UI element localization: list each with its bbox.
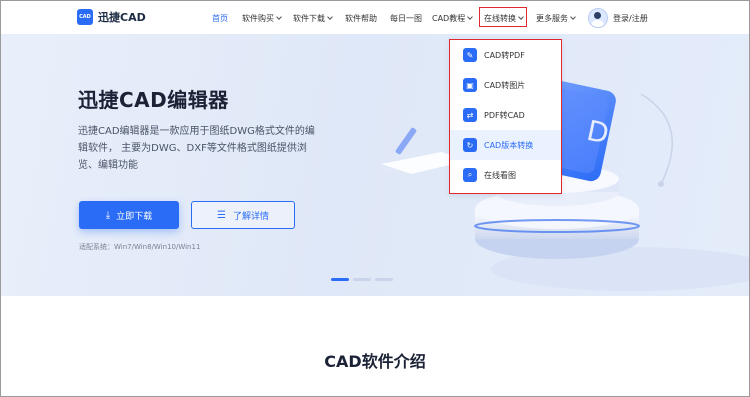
- version-convert-icon: ↻: [463, 138, 477, 152]
- carousel-indicators: [331, 278, 393, 281]
- nav-item-download[interactable]: 软件下载: [293, 13, 333, 24]
- hero-title: 迅捷CAD编辑器: [78, 88, 229, 112]
- nav-item-more-services[interactable]: 更多服务: [536, 13, 576, 24]
- nav-item-help[interactable]: 软件帮助: [345, 13, 377, 24]
- menu-item-online-viewer[interactable]: ⌕ 在线看图: [450, 160, 561, 190]
- chevron-down-icon: [518, 14, 524, 20]
- download-now-button[interactable]: ⤓ 立即下载: [79, 201, 179, 229]
- menu-item-pdf-to-cad[interactable]: ⇄ PDF转CAD: [450, 100, 561, 130]
- hero-description: 迅捷CAD编辑器是一款应用于图纸DWG格式文件的编辑软件， 主要为DWG、DXF…: [78, 126, 315, 171]
- pdf-to-cad-icon: ⇄: [463, 108, 477, 122]
- list-icon: ☰: [217, 209, 226, 221]
- top-nav: CAD 迅捷CAD 首页 软件购买 软件下载 软件帮助 每日一图 CAD教程 在…: [1, 1, 749, 34]
- carousel-dot[interactable]: [375, 278, 393, 281]
- menu-item-cad-to-image[interactable]: ▣ CAD转图片: [450, 70, 561, 100]
- logo-icon: CAD: [77, 9, 93, 25]
- nav-item-online-convert[interactable]: 在线转换: [484, 13, 524, 24]
- pdf-convert-icon: ✎: [463, 48, 477, 62]
- supported-systems: 适配系统：Win7/Win8/Win10/Win11: [79, 243, 201, 251]
- avatar-body: [591, 20, 604, 27]
- avatar[interactable]: [588, 8, 608, 28]
- nav-item-tutorials[interactable]: CAD教程: [432, 13, 474, 24]
- nav-item-home[interactable]: 首页: [212, 13, 228, 24]
- chevron-down-icon: [327, 14, 333, 20]
- nav-item-purchase[interactable]: 软件购买: [242, 13, 282, 24]
- chevron-down-icon: [276, 14, 282, 20]
- image-convert-icon: ▣: [463, 78, 477, 92]
- download-icon: ⤓: [105, 209, 111, 221]
- avatar-head: [594, 12, 601, 19]
- logo[interactable]: CAD 迅捷CAD: [77, 9, 146, 25]
- section-title: CAD软件介绍: [324, 352, 426, 371]
- carousel-dot[interactable]: [353, 278, 371, 281]
- menu-item-cad-to-pdf[interactable]: ✎ CAD转PDF: [450, 40, 561, 70]
- login-register-link[interactable]: 登录/注册: [613, 13, 648, 24]
- chevron-down-icon: [467, 14, 474, 20]
- logo-text: 迅捷CAD: [98, 11, 146, 24]
- carousel-dot[interactable]: [331, 278, 349, 281]
- nav-item-daily-drawing[interactable]: 每日一图: [390, 13, 422, 24]
- hero-banner: D 迅捷CAD编辑器 迅捷CAD编辑器是一款应用于图纸DWG格式文件的编辑软件，…: [1, 34, 749, 296]
- menu-item-cad-version-convert[interactable]: ↻ CAD版本转换: [450, 130, 561, 160]
- online-convert-dropdown: ✎ CAD转PDF ▣ CAD转图片 ⇄ PDF转CAD ↻ CAD版本转换 ⌕…: [449, 39, 562, 194]
- page-frame: CAD 迅捷CAD 首页 软件购买 软件下载 软件帮助 每日一图 CAD教程 在…: [0, 0, 750, 397]
- learn-details-button[interactable]: ☰ 了解详情: [191, 201, 295, 229]
- view-drawing-icon: ⌕: [463, 168, 477, 182]
- chevron-down-icon: [570, 14, 576, 20]
